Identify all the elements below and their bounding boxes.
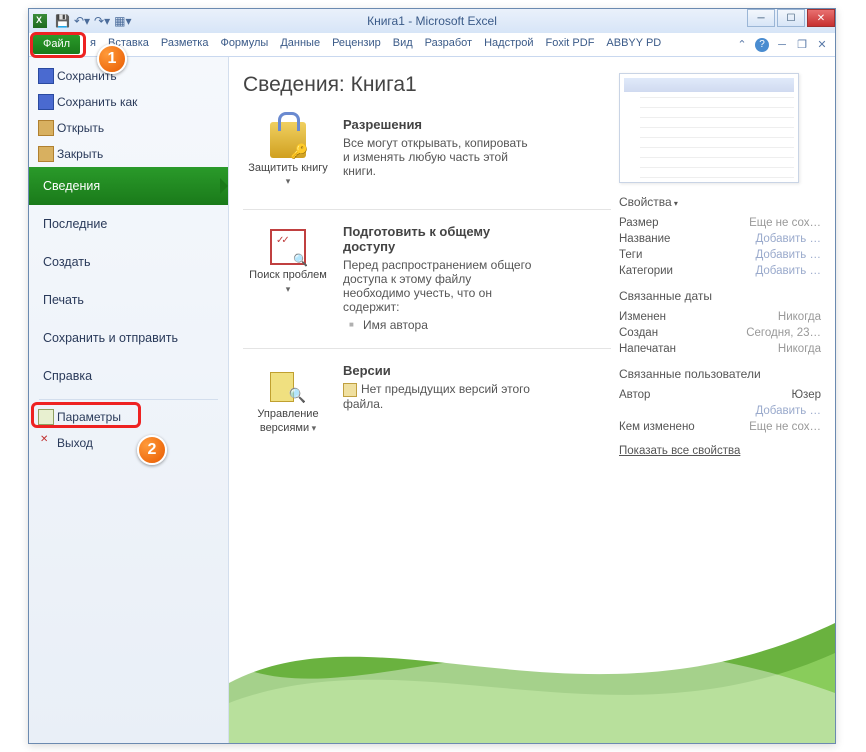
sidebar-print[interactable]: Печать	[29, 281, 228, 319]
tab-foxit[interactable]: Foxit PDF	[540, 33, 601, 56]
sidebar-help[interactable]: Справка	[29, 357, 228, 395]
minimize-button[interactable]: ─	[747, 9, 775, 27]
versions-icon	[270, 368, 306, 404]
quick-access-toolbar: 💾 ↶▾ ↷▾ ▦▾ Книга1 - Microsoft Excel ─ ☐ …	[29, 9, 835, 33]
app-window: 💾 ↶▾ ↷▾ ▦▾ Книга1 - Microsoft Excel ─ ☐ …	[28, 8, 836, 744]
ribbon-minimize-icon[interactable]: ⌃	[735, 38, 749, 52]
redo-icon[interactable]: ↷▾	[94, 14, 110, 28]
prop-created: СозданСегодня, 23…	[619, 325, 821, 341]
sidebar-open[interactable]: Открыть	[29, 115, 228, 141]
mdi-minimize-icon[interactable]: ─	[775, 38, 789, 52]
mdi-restore-icon[interactable]: ❐	[795, 38, 809, 52]
lock-icon	[270, 122, 306, 158]
checklist-icon	[270, 229, 306, 265]
related-people-heading: Связанные пользователи	[619, 367, 821, 381]
sidebar-options[interactable]: Параметры	[29, 404, 228, 430]
check-issues-button[interactable]: Поиск проблем	[243, 224, 333, 332]
close-button[interactable]: ✕	[807, 9, 835, 27]
properties-panel: Свойства РазмерЕще не сох… НазваниеДобав…	[611, 73, 821, 457]
prop-size: РазмерЕще не сох…	[619, 215, 821, 231]
undo-icon[interactable]: ↶▾	[74, 14, 90, 28]
divider	[243, 348, 611, 349]
save-icon[interactable]: 💾	[55, 14, 70, 28]
permissions-description: Все могут открывать, копировать и изменя…	[343, 136, 533, 178]
backstage-view: Сохранить Сохранить как Открыть Закрыть …	[29, 57, 835, 743]
inspect-bullet-author: Имя автора	[343, 318, 533, 332]
tab-developer[interactable]: Разработ	[419, 33, 478, 56]
prop-printed: НапечатанНикогда	[619, 341, 821, 357]
prop-author-add[interactable]: Добавить …	[619, 403, 821, 419]
excel-logo-icon	[33, 14, 47, 28]
sidebar-divider	[39, 399, 218, 400]
inspect-description: Перед распространением общего доступа к …	[343, 258, 533, 314]
window-title: Книга1 - Microsoft Excel	[367, 14, 497, 28]
qat-more-icon[interactable]: ▦▾	[114, 14, 131, 28]
sidebar-exit[interactable]: Выход	[29, 430, 228, 456]
tab-abbyy[interactable]: ABBYY PD	[600, 33, 667, 56]
tab-formulas[interactable]: Формулы	[214, 33, 274, 56]
show-all-properties-link[interactable]: Показать все свойства	[619, 445, 740, 457]
annotation-step-2: 2	[137, 435, 167, 465]
backstage-sidebar: Сохранить Сохранить как Открыть Закрыть …	[29, 57, 229, 743]
help-icon[interactable]: ?	[755, 38, 769, 52]
manage-versions-label: Управление версиями	[248, 408, 328, 434]
divider	[243, 209, 611, 210]
tab-addins[interactable]: Надстрой	[478, 33, 539, 56]
mdi-close-icon[interactable]: ✕	[815, 38, 829, 52]
annotation-step-1: 1	[97, 44, 127, 74]
related-dates-heading: Связанные даты	[619, 289, 821, 303]
prop-last-modified-by: Кем измененоЕще не сох…	[619, 419, 821, 435]
check-issues-label: Поиск проблем	[248, 269, 328, 295]
permissions-heading: Разрешения	[343, 117, 533, 132]
prop-categories[interactable]: КатегорииДобавить …	[619, 263, 821, 279]
tab-review[interactable]: Рецензир	[326, 33, 387, 56]
manage-versions-button[interactable]: Управление версиями	[243, 363, 333, 439]
prop-tags[interactable]: ТегиДобавить …	[619, 247, 821, 263]
permissions-text: Разрешения Все могут открывать, копирова…	[333, 117, 533, 193]
prop-title[interactable]: НазваниеДобавить …	[619, 231, 821, 247]
sidebar-new[interactable]: Создать	[29, 243, 228, 281]
sidebar-info[interactable]: Сведения	[29, 167, 228, 205]
sidebar-share[interactable]: Сохранить и отправить	[29, 319, 228, 357]
backstage-content: Сведения: Книга1 Защитить книгу Разрешен…	[229, 57, 835, 743]
page-title: Сведения: Книга1	[243, 73, 611, 97]
tab-view[interactable]: Вид	[387, 33, 419, 56]
tab-file[interactable]: Файл	[33, 35, 80, 54]
decorative-swoosh	[229, 543, 835, 743]
prop-author: АвторЮзер	[619, 387, 821, 403]
tab-data[interactable]: Данные	[274, 33, 326, 56]
section-versions: Управление версиями Версии Нет предыдущи…	[243, 363, 611, 439]
versions-heading: Версии	[343, 363, 533, 378]
sidebar-close[interactable]: Закрыть	[29, 141, 228, 167]
ribbon-tabs: Файл я Вставка Разметка Формулы Данные Р…	[29, 33, 835, 57]
tab-layout[interactable]: Разметка	[155, 33, 215, 56]
version-file-icon	[343, 383, 357, 397]
sidebar-save[interactable]: Сохранить	[29, 63, 228, 89]
versions-text: Версии Нет предыдущих версий этого файла…	[333, 363, 533, 439]
protect-workbook-label: Защитить книгу	[248, 162, 328, 188]
sidebar-recent[interactable]: Последние	[29, 205, 228, 243]
section-permissions: Защитить книгу Разрешения Все могут откр…	[243, 117, 611, 193]
versions-description: Нет предыдущих версий этого файла.	[343, 382, 533, 411]
properties-heading[interactable]: Свойства	[619, 195, 821, 209]
maximize-button[interactable]: ☐	[777, 9, 805, 27]
section-inspect: Поиск проблем Подготовить к общему досту…	[243, 224, 611, 332]
window-controls: ─ ☐ ✕	[745, 9, 835, 27]
document-thumbnail[interactable]	[619, 73, 799, 183]
inspect-text: Подготовить к общему доступу Перед распр…	[333, 224, 533, 332]
prop-modified: ИзмененНикогда	[619, 309, 821, 325]
ribbon-right-controls: ⌃ ? ─ ❐ ✕	[735, 33, 835, 56]
sidebar-save-as[interactable]: Сохранить как	[29, 89, 228, 115]
protect-workbook-button[interactable]: Защитить книгу	[243, 117, 333, 193]
inspect-heading: Подготовить к общему доступу	[343, 224, 533, 254]
